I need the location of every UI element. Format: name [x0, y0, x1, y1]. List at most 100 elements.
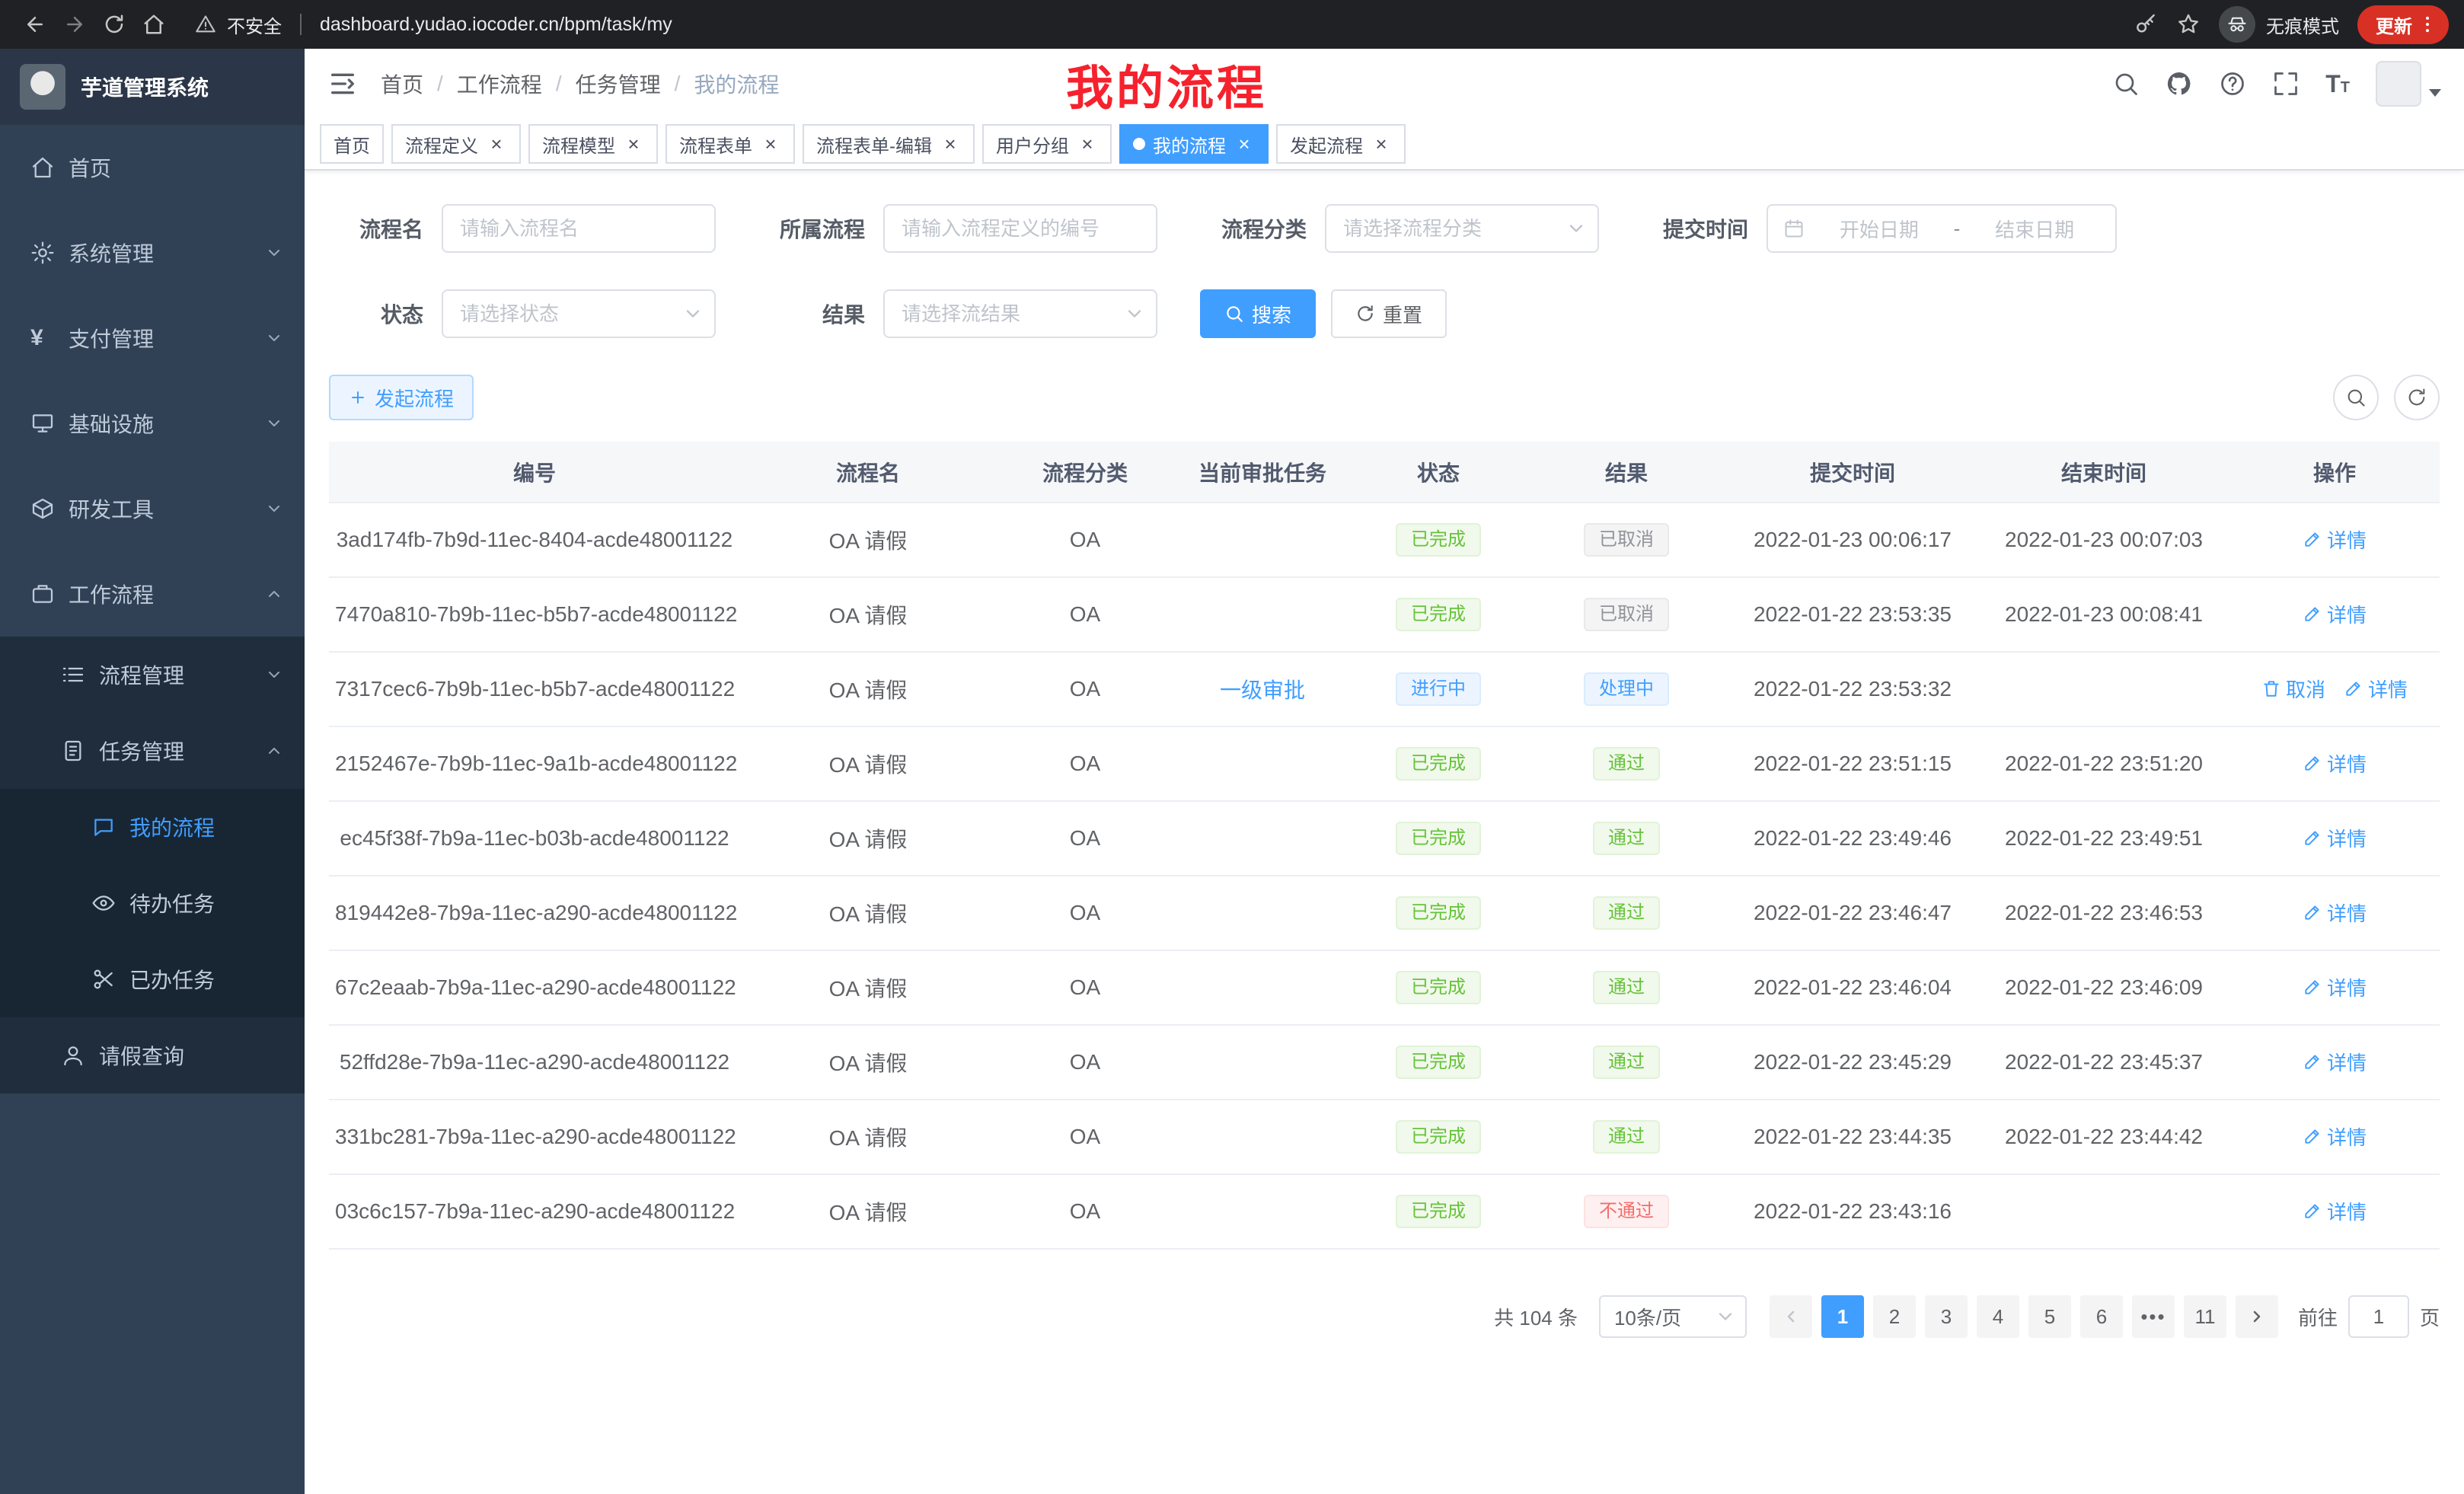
page-size-select[interactable]: 10条/页: [1599, 1295, 1747, 1338]
url-text[interactable]: dashboard.yudao.iocoder.cn/bpm/task/my: [320, 14, 672, 36]
refresh-table-button[interactable]: [2394, 375, 2440, 420]
tab-start-process[interactable]: 发起流程 ×: [1276, 124, 1406, 164]
sidebar-item-done-tasks[interactable]: 已办任务: [0, 941, 305, 1017]
page-button-4[interactable]: 4: [1977, 1295, 2019, 1338]
gear-icon: [30, 241, 55, 265]
cell-category: OA: [996, 1174, 1174, 1249]
detail-link[interactable]: 详情: [2303, 1197, 2367, 1225]
cell-process-name: OA 请假: [740, 1174, 996, 1249]
github-icon[interactable]: [2166, 70, 2193, 97]
current-task-link[interactable]: 一级审批: [1220, 678, 1305, 702]
reset-button[interactable]: 重置: [1331, 289, 1447, 338]
page-button-3[interactable]: 3: [1925, 1295, 1968, 1338]
detail-link[interactable]: 详情: [2303, 600, 2367, 628]
page-button-6[interactable]: 6: [2080, 1295, 2123, 1338]
tab-process-model[interactable]: 流程模型×: [528, 124, 658, 164]
help-icon[interactable]: [2219, 70, 2246, 97]
page-button-11[interactable]: 11: [2184, 1295, 2226, 1338]
more-pages-icon[interactable]: •••: [2132, 1295, 2175, 1338]
toggle-search-button[interactable]: [2333, 375, 2379, 420]
sidebar-item-process-mgmt[interactable]: 流程管理: [0, 637, 305, 713]
security-warning-icon[interactable]: [195, 14, 216, 35]
submit-time-daterange[interactable]: 开始日期-结束日期: [1767, 204, 2117, 253]
create-process-button[interactable]: 发起流程: [329, 375, 474, 420]
browser-menu-kebab-icon[interactable]: [2417, 14, 2438, 35]
password-key-icon[interactable]: [2134, 12, 2158, 37]
browser-home-icon[interactable]: [134, 5, 174, 44]
sidebar-item-todo-tasks[interactable]: 待办任务: [0, 865, 305, 941]
cancel-link[interactable]: 取消: [2261, 675, 2325, 703]
tab-my-process[interactable]: 我的流程×: [1119, 124, 1269, 164]
prev-page-button[interactable]: [1770, 1295, 1812, 1338]
search-button-icon: [1224, 304, 1244, 324]
tab-home[interactable]: 首页: [320, 124, 384, 164]
logo[interactable]: 芋道管理系统: [0, 49, 305, 125]
parent-process-input[interactable]: [883, 204, 1157, 253]
browser-back-icon[interactable]: [15, 5, 55, 44]
sidebar-item-dev-tools[interactable]: 研发工具: [0, 466, 305, 551]
browser-forward-icon[interactable]: [55, 5, 94, 44]
breadcrumb-item[interactable]: 任务管理: [576, 69, 661, 99]
search-button[interactable]: 搜索: [1200, 289, 1316, 338]
detail-link[interactable]: 详情: [2303, 525, 2367, 554]
user-menu[interactable]: [2376, 61, 2441, 107]
detail-link[interactable]: 详情: [2303, 1048, 2367, 1076]
table-header-3: 当前审批任务: [1174, 442, 1351, 503]
tab-close-icon[interactable]: ×: [1371, 133, 1392, 155]
process-category-select[interactable]: [1325, 204, 1599, 253]
status-tag: 已完成: [1396, 822, 1481, 855]
address-bar[interactable]: 不安全 dashboard.yudao.iocoder.cn/bpm/task/…: [195, 11, 2134, 38]
sidebar-item-home[interactable]: 首页: [0, 125, 305, 210]
result-select[interactable]: [883, 289, 1157, 338]
detail-link[interactable]: 详情: [2303, 1122, 2367, 1151]
cut-icon: [91, 967, 116, 991]
cell-process-id: 52ffd28e-7b9a-11ec-a290-acde48001122: [329, 1025, 740, 1100]
detail-label: 详情: [2368, 675, 2408, 703]
avatar-caret-icon[interactable]: [2429, 89, 2441, 97]
search-icon[interactable]: [2112, 70, 2140, 97]
sidebar-item-infrastructure[interactable]: 基础设施: [0, 381, 305, 466]
cell-actions: 详情: [2229, 801, 2440, 876]
fullscreen-icon[interactable]: [2272, 70, 2300, 97]
process-name-input[interactable]: [442, 204, 716, 253]
user-avatar[interactable]: [2376, 61, 2421, 107]
tab-close-icon[interactable]: ×: [760, 133, 781, 155]
browser-reload-icon[interactable]: [94, 5, 134, 44]
status-select[interactable]: [442, 289, 716, 338]
tab-close-icon[interactable]: ×: [1234, 133, 1255, 155]
sidebar-item-task-mgmt[interactable]: 任务管理: [0, 713, 305, 789]
detail-link[interactable]: 详情: [2303, 899, 2367, 927]
breadcrumb-item[interactable]: 工作流程: [457, 69, 542, 99]
sidebar-item-my-process[interactable]: 我的流程: [0, 789, 305, 865]
tab-process-form[interactable]: 流程表单×: [665, 124, 795, 164]
tab-process-form-edit[interactable]: 流程表单-编辑×: [803, 124, 975, 164]
tab-close-icon[interactable]: ×: [1077, 133, 1098, 155]
sidebar-toggle-icon[interactable]: [327, 69, 358, 99]
detail-link[interactable]: 详情: [2344, 675, 2408, 703]
goto-page-input[interactable]: [2348, 1295, 2409, 1338]
page-button-1[interactable]: 1: [1821, 1295, 1864, 1338]
detail-label: 详情: [2327, 973, 2367, 1001]
detail-link[interactable]: 详情: [2303, 824, 2367, 852]
sidebar-item-workflow[interactable]: 工作流程: [0, 551, 305, 637]
sidebar-item-system-mgmt[interactable]: 系统管理: [0, 210, 305, 295]
page-button-5[interactable]: 5: [2028, 1295, 2071, 1338]
detail-label: 详情: [2327, 899, 2367, 927]
detail-link[interactable]: 详情: [2303, 749, 2367, 777]
breadcrumb-item[interactable]: 首页: [381, 69, 423, 99]
sidebar-item-leave-query[interactable]: 请假查询: [0, 1017, 305, 1093]
font-size-icon[interactable]: TT: [2325, 72, 2350, 96]
next-page-button[interactable]: [2236, 1295, 2278, 1338]
tab-close-icon[interactable]: ×: [486, 133, 507, 155]
browser-update-button[interactable]: 更新: [2357, 5, 2449, 44]
tab-process-definition[interactable]: 流程定义×: [391, 124, 521, 164]
cell-actions: 详情: [2229, 1174, 2440, 1249]
bookmark-star-icon[interactable]: [2176, 12, 2201, 37]
tab-user-group[interactable]: 用户分组×: [982, 124, 1112, 164]
page-button-2[interactable]: 2: [1873, 1295, 1916, 1338]
sidebar-item-payment-mgmt[interactable]: ¥支付管理: [0, 295, 305, 381]
tab-label: 发起流程: [1290, 131, 1363, 158]
tab-close-icon[interactable]: ×: [623, 133, 644, 155]
detail-link[interactable]: 详情: [2303, 973, 2367, 1001]
tab-close-icon[interactable]: ×: [940, 133, 961, 155]
